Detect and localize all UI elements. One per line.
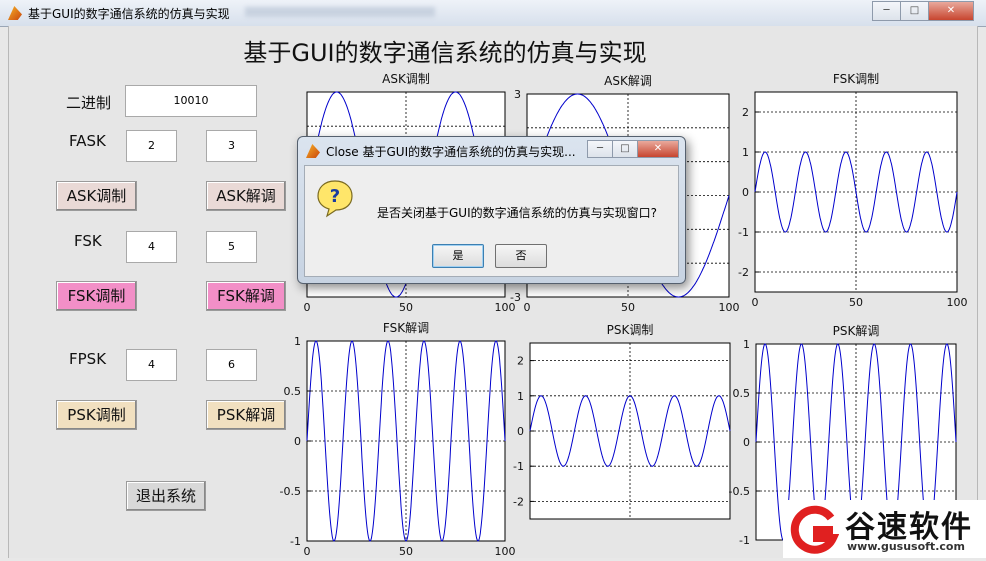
binary-label: 二进制 (66, 94, 112, 112)
dialog-maximize-button[interactable]: □ (612, 140, 638, 158)
plot-title: ASK解调 (604, 74, 652, 88)
plot-title: PSK调制 (606, 323, 654, 337)
psk-modulate-button[interactable]: PSK调制 (56, 400, 137, 430)
plot-3: FSK调制 2 1 0 -1 -2 0 50 100 (725, 68, 986, 312)
y-tick-label: -1 (739, 534, 750, 547)
y-tick-label: -0.5 (729, 485, 750, 498)
x-tick-label: 100 (947, 296, 968, 309)
x-tick-label: 50 (621, 301, 635, 314)
maximize-button[interactable]: □ (900, 1, 929, 21)
y-tick-label: 1 (742, 146, 749, 159)
dialog-window-controls: ─ □ ✕ (587, 140, 679, 158)
dialog-title: Close 基于GUI的数字通信系统的仿真与实现... (326, 145, 576, 159)
y-tick-label: -0.5 (280, 485, 301, 498)
window-controls: ─ □ ✕ (872, 1, 974, 21)
y-tick-label: 0.5 (284, 385, 302, 398)
question-icon: ? (317, 180, 353, 218)
plot-axes: 2 1 0 -1 -2 (513, 342, 731, 520)
dialog-close-button[interactable]: ✕ (637, 140, 679, 158)
fpsk-input-1[interactable]: 4 (126, 349, 177, 381)
fsk-modulate-button[interactable]: FSK调制 (56, 281, 137, 311)
fpsk-label: FPSK (69, 350, 107, 368)
y-tick-label: -3 (510, 291, 521, 304)
y-tick-label: 0.5 (733, 387, 751, 400)
y-tick-label: 0 (294, 435, 301, 448)
dialog-no-button[interactable]: 否 (495, 244, 547, 268)
ask-demodulate-button[interactable]: ASK解调 (206, 181, 286, 211)
y-tick-label: 2 (517, 355, 524, 368)
y-tick-label: -1 (738, 226, 749, 239)
window-title: 基于GUI的数字通信系统的仿真与实现 (28, 7, 230, 21)
plot-title: PSK解调 (832, 324, 880, 338)
x-tick-label: 0 (304, 545, 311, 558)
x-tick-label: 100 (495, 545, 516, 558)
fask-label: FASK (69, 132, 106, 150)
fpsk-input-2[interactable]: 6 (206, 349, 257, 381)
x-tick-label: 50 (849, 296, 863, 309)
main-title: 基于GUI的数字通信系统的仿真与实现 (243, 39, 647, 67)
close-button[interactable]: ✕ (928, 1, 974, 21)
y-tick-label: 0 (743, 436, 750, 449)
fsk-input-1[interactable]: 4 (126, 231, 177, 263)
binary-input[interactable]: 10010 (125, 85, 257, 117)
exit-system-button[interactable]: 退出系统 (126, 481, 206, 511)
minimize-button[interactable]: ─ (872, 1, 901, 21)
window-titlebar: 基于GUI的数字通信系统的仿真与实现 ─ □ ✕ (0, 0, 986, 27)
svg-text:?: ? (330, 186, 340, 207)
x-tick-label: 0 (752, 296, 759, 309)
y-tick-label: 1 (294, 335, 301, 348)
fask-input-1[interactable]: 2 (126, 130, 177, 162)
y-tick-label: 2 (742, 106, 749, 119)
y-tick-label: -1 (513, 460, 524, 473)
y-tick-label: -1 (290, 535, 301, 548)
dialog-minimize-button[interactable]: ─ (587, 140, 613, 158)
matlab-app-icon (8, 6, 22, 20)
psk-demodulate-button[interactable]: PSK解调 (206, 400, 286, 430)
x-tick-label: 0 (524, 301, 531, 314)
y-tick-label: 1 (743, 338, 750, 351)
plot-title: FSK调制 (832, 72, 880, 86)
fsk-label: FSK (74, 232, 102, 250)
fask-input-2[interactable]: 3 (206, 130, 257, 162)
x-tick-label: 50 (399, 301, 413, 314)
x-tick-label: 0 (304, 301, 311, 314)
plot-title: FSK解调 (382, 321, 430, 335)
y-tick-label: -2 (513, 495, 524, 508)
watermark: 谷速软件 www.gususoft.com (783, 500, 986, 558)
close-confirm-dialog: Close 基于GUI的数字通信系统的仿真与实现... ─ □ ✕ ? 是否关闭… (297, 136, 686, 284)
fsk-input-2[interactable]: 5 (206, 231, 257, 263)
fsk-demodulate-button[interactable]: FSK解调 (206, 281, 286, 311)
ask-modulate-button[interactable]: ASK调制 (56, 181, 137, 211)
plot-4: FSK解调 1 0.5 0 -0.5 -1 0 50 100 (277, 317, 535, 561)
y-tick-label: -2 (738, 266, 749, 279)
x-tick-label: 50 (399, 545, 413, 558)
watermark-logo-icon (790, 505, 839, 554)
dialog-body: ? 是否关闭基于GUI的数字通信系统的仿真与实现窗口? 是 否 (304, 165, 679, 277)
plot-axes: 10.50-0.5-10 50 100 (280, 335, 516, 558)
y-tick-label: 1 (517, 390, 524, 403)
y-tick-label: 3 (514, 88, 521, 101)
y-tick-label: 0 (742, 186, 749, 199)
y-tick-label: 0 (517, 425, 524, 438)
plot-axes: 2 1 0 -1 -2 0 50 100 (738, 91, 968, 309)
watermark-url: www.gususoft.com (847, 540, 965, 553)
blurred-taskbar-text (245, 7, 435, 17)
matlab-app-icon (306, 144, 320, 158)
dialog-message: 是否关闭基于GUI的数字通信系统的仿真与实现窗口? (377, 206, 657, 220)
plot-5: PSK调制 2 1 0 -1 -2 (500, 319, 760, 539)
dialog-yes-button[interactable]: 是 (432, 244, 484, 268)
